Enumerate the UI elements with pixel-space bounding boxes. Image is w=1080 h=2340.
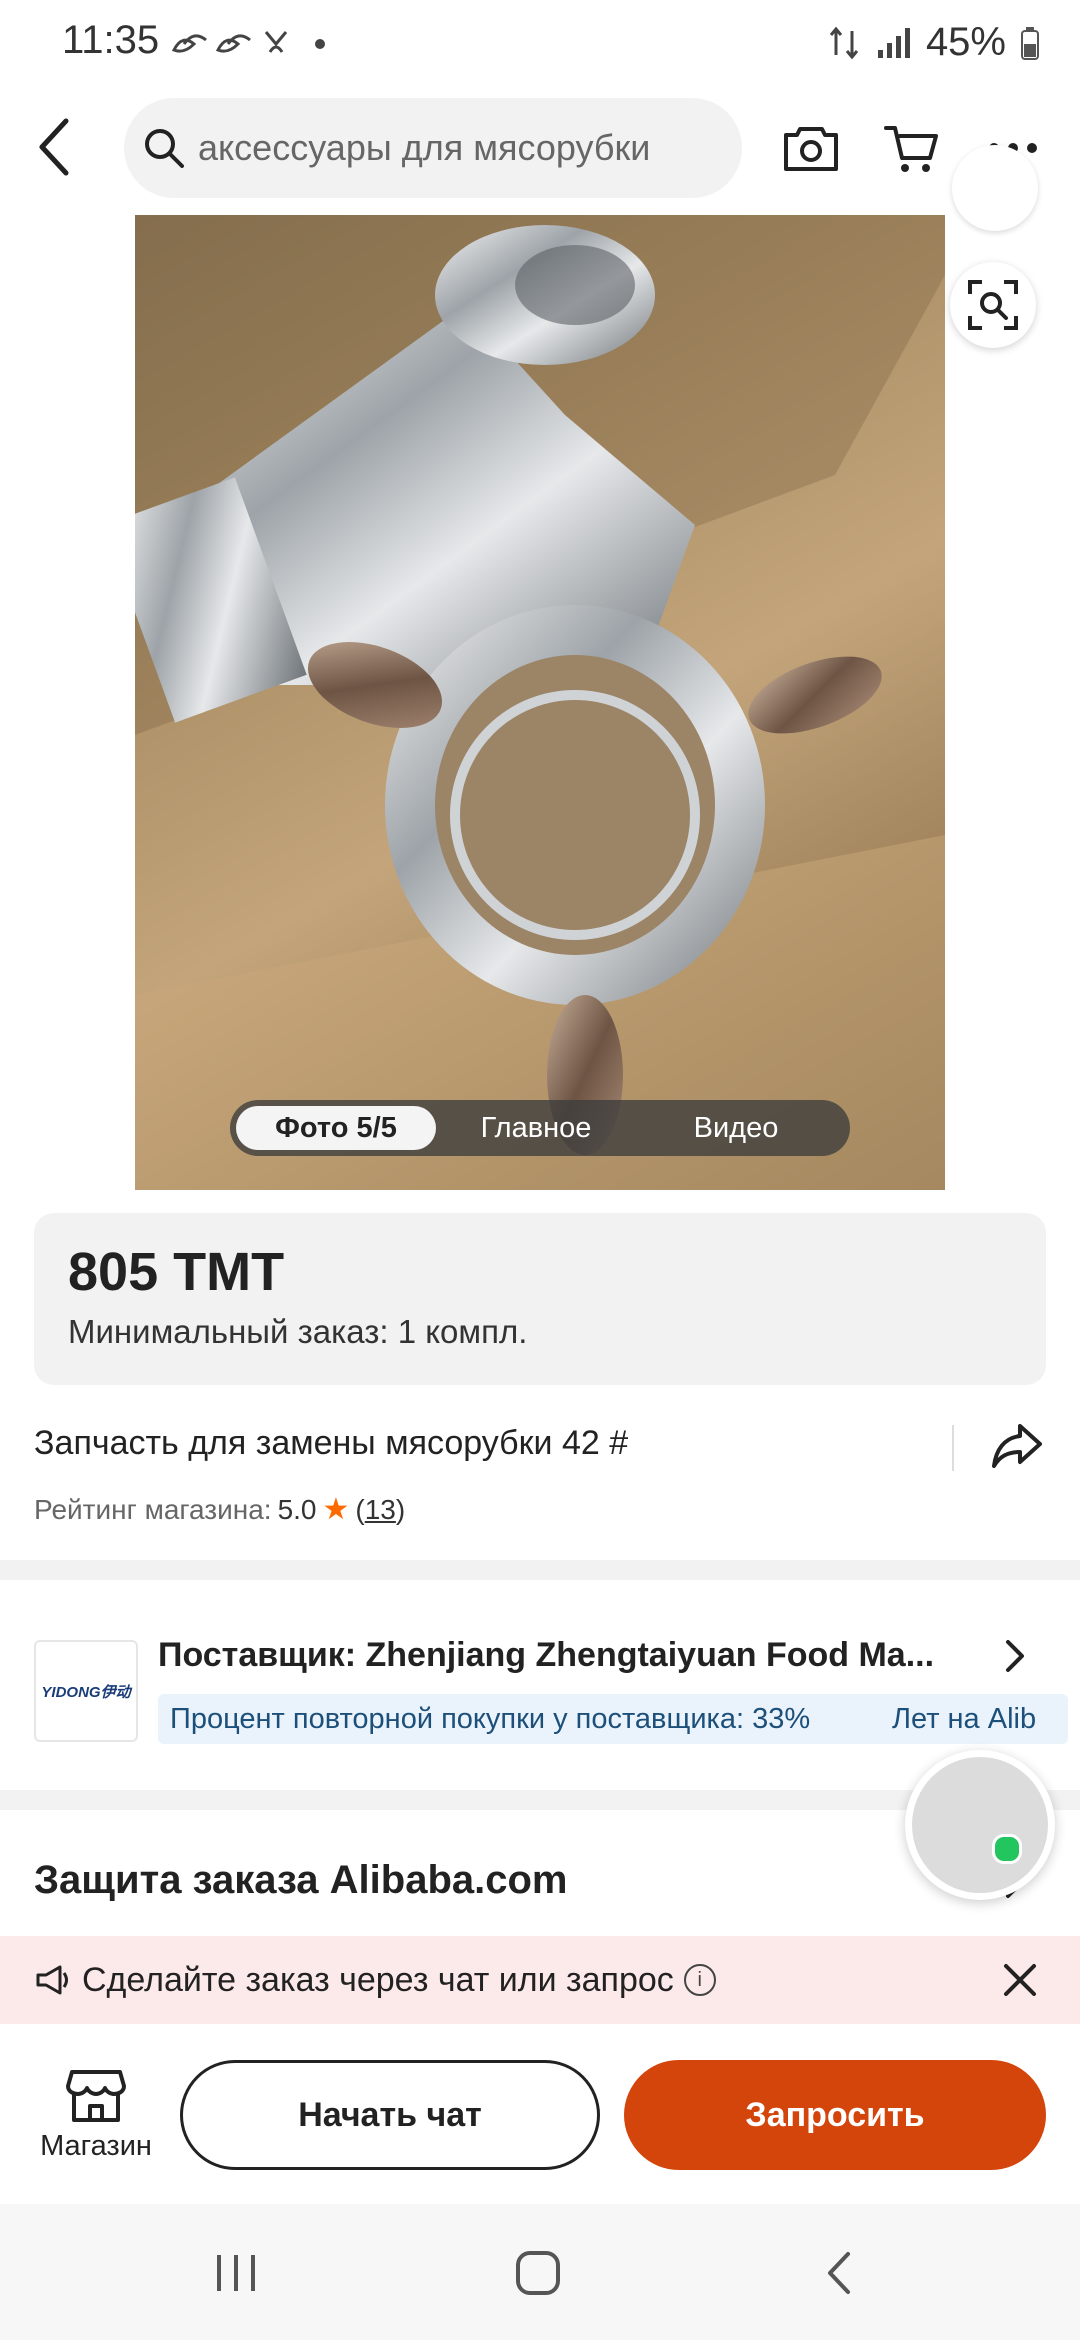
store-button[interactable]: Магазин: [26, 2068, 166, 2178]
repeat-purchase-tag: Процент повторной покупки у поставщика: …: [158, 1694, 892, 1744]
min-order: Минимальный заказ: 1 компл.: [68, 1313, 528, 1350]
share-icon: [992, 1424, 1042, 1468]
price-card: 805 TMT Минимальный заказ: 1 компл.: [34, 1213, 1046, 1385]
bottom-action-bar: Магазин Начать чат Запросить: [0, 2024, 1080, 2204]
floating-top-button[interactable]: [952, 145, 1038, 231]
tab-video[interactable]: Видео: [636, 1112, 836, 1145]
image-scan-icon: [968, 280, 1018, 330]
home-icon: [516, 2251, 560, 2295]
product-photo[interactable]: [135, 215, 945, 1190]
status-right: 45%: [828, 20, 1040, 65]
notification-icons: [170, 22, 370, 75]
store-label: Магазин: [40, 2130, 152, 2162]
search-bar[interactable]: аксессуары для мясорубки: [124, 98, 742, 198]
megaphone-icon: [34, 1963, 72, 1997]
order-protection-title[interactable]: Защита заказа Alibaba.com: [34, 1858, 568, 1903]
supplier-name[interactable]: Поставщик: Zhenjiang Zhengtaiyuan Food M…: [158, 1636, 998, 1675]
notification-icons-svg: [171, 31, 325, 53]
recent-apps-button[interactable]: [196, 2238, 276, 2308]
supplier-logo-text: YIDONG伊动: [41, 1683, 131, 1701]
battery-icon: [1021, 26, 1039, 60]
data-arrows-icon: [829, 26, 859, 59]
years-tag: Лет на Alib: [880, 1694, 1068, 1744]
chevron-right-icon: [1006, 1640, 1024, 1672]
star-icon: ★: [322, 1493, 350, 1526]
home-button[interactable]: [498, 2238, 578, 2308]
promo-text: Сделайте заказ через чат или запрос: [82, 1960, 674, 1999]
camera-search-button[interactable]: [776, 110, 846, 186]
request-button[interactable]: Запросить: [624, 2060, 1046, 2170]
status-time: 11:35: [62, 18, 160, 62]
share-button[interactable]: [990, 1420, 1050, 1476]
tab-photos[interactable]: Фото 5/5: [236, 1106, 436, 1150]
close-promo-button[interactable]: [996, 1956, 1044, 2004]
cart-icon: [884, 126, 938, 172]
back-button[interactable]: [26, 112, 82, 182]
rating-count[interactable]: (13): [355, 1494, 405, 1526]
info-icon[interactable]: i: [683, 1964, 716, 1996]
product-title: Запчасть для замены мясорубки 42 #: [34, 1424, 629, 1462]
online-status-dot: [992, 1834, 1022, 1864]
price: 805 TMT: [68, 1242, 285, 1302]
product-image-illustration: [135, 215, 945, 1190]
status-bar: 11:35 45%: [0, 0, 1080, 90]
supplier-logo[interactable]: YIDONG伊动: [34, 1640, 138, 1742]
search-input[interactable]: аксессуары для мясорубки: [198, 127, 650, 169]
store-icon: [66, 2070, 126, 2122]
image-search-button[interactable]: [950, 262, 1036, 348]
battery-percent: 45%: [925, 20, 1006, 64]
close-icon: [1004, 1964, 1036, 1996]
system-back-icon: [828, 2252, 850, 2294]
gallery-tabs: Фото 5/5 Главное Видео: [230, 1100, 850, 1156]
cart-button[interactable]: [876, 110, 946, 186]
section-divider: [0, 1560, 1080, 1580]
floating-chat-avatar[interactable]: [905, 1750, 1055, 1900]
store-rating: Рейтинг магазина: 5.0 ★ (13): [34, 1492, 405, 1527]
avatar: [912, 1757, 1048, 1893]
promo-banner: Сделайте заказ через чат или запрос i: [0, 1936, 1080, 2024]
rating-label: Рейтинг магазина:: [34, 1493, 272, 1525]
start-chat-button[interactable]: Начать чат: [180, 2060, 600, 2170]
system-nav-bar: [0, 2204, 1080, 2340]
tab-main[interactable]: Главное: [436, 1112, 636, 1145]
camera-icon: [784, 127, 838, 171]
search-icon: [142, 126, 186, 170]
back-arrow-icon: [39, 118, 69, 176]
divider: [952, 1425, 954, 1471]
recent-apps-icon: [217, 2255, 255, 2291]
signal-icon: [877, 27, 910, 58]
rating-value: 5.0: [277, 1493, 317, 1525]
system-back-button[interactable]: [800, 2238, 880, 2308]
supplier-chevron-button[interactable]: [1000, 1636, 1040, 1680]
